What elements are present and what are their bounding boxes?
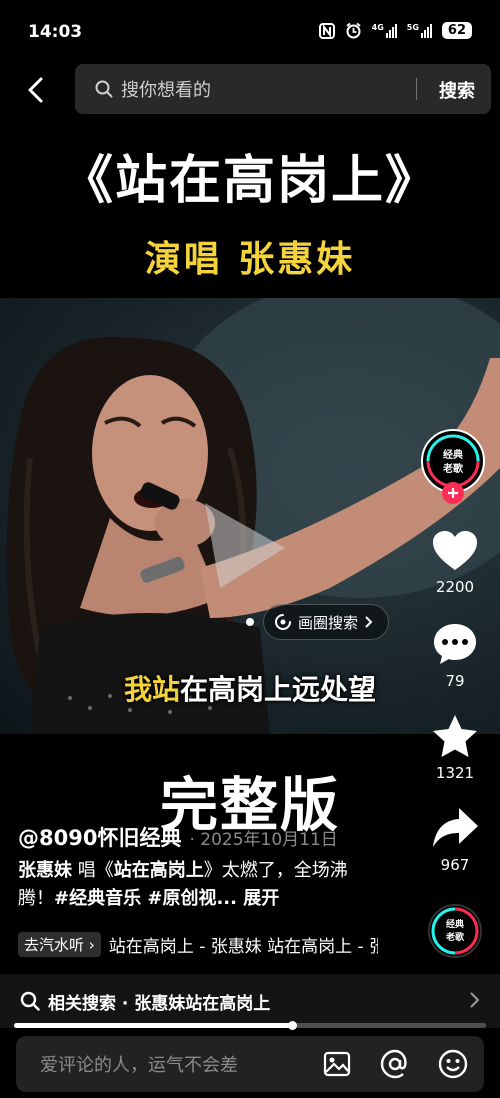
share-count: 967 bbox=[440, 856, 470, 874]
progress-knob[interactable] bbox=[288, 1021, 298, 1030]
alarm-icon bbox=[345, 22, 361, 39]
network-5g-label: 5G bbox=[406, 22, 419, 32]
disc-text-2: 老歌 bbox=[445, 933, 464, 943]
comment-input-bar[interactable]: 爱评论的人，运气不会差 bbox=[16, 1036, 484, 1092]
share-button[interactable]: 967 bbox=[424, 806, 486, 874]
search-input[interactable]: 搜你想看的 搜索 bbox=[75, 64, 491, 114]
favorite-count: 1321 bbox=[435, 764, 475, 782]
hashtag-original[interactable]: #原创视... bbox=[141, 888, 237, 909]
image-icon bbox=[323, 1051, 351, 1077]
video-progress-bar[interactable] bbox=[14, 1021, 486, 1030]
post-date: · 2025年10月11日 bbox=[189, 830, 338, 850]
related-search-text: 相关搜索 · 张惠妹站在高岗上 bbox=[48, 993, 271, 1014]
status-time: 14:03 bbox=[28, 22, 83, 42]
mention-button[interactable] bbox=[380, 1049, 410, 1079]
qishui-music-link[interactable]: 去汽水听 › bbox=[18, 932, 101, 957]
music-name: 站在高岗上 - 张惠妹 站在高岗上 - 张惠妹 bbox=[108, 937, 378, 957]
at-icon bbox=[380, 1049, 407, 1079]
music-row[interactable]: 去汽水听 › 站在高岗上 - 张惠妹 站在高岗上 - 张惠妹 bbox=[18, 932, 378, 957]
lyric-rest: 在高岗上远处望 bbox=[180, 673, 377, 706]
status-bar: 14:03 4G 5G 62 bbox=[0, 0, 500, 64]
search-icon bbox=[95, 80, 113, 98]
emoji-icon bbox=[438, 1049, 468, 1079]
heart-icon bbox=[433, 531, 477, 570]
expand-button[interactable]: 展开 bbox=[237, 888, 279, 909]
back-arrow-icon bbox=[28, 77, 43, 103]
video-subtitle: 演唱 张惠妹 bbox=[144, 238, 356, 280]
caption-singer[interactable]: 张惠妹 bbox=[18, 860, 72, 881]
caption-song[interactable]: 站在高岗上 bbox=[114, 860, 204, 881]
like-button[interactable]: 2200 bbox=[424, 530, 486, 596]
search-icon bbox=[20, 991, 40, 1011]
post-caption: 张惠妹 唱《站在高岗上》太燃了，全场沸腾！#经典音乐 #原创视... 展开 bbox=[18, 857, 373, 913]
progress-fill bbox=[14, 1023, 293, 1028]
top-nav: 搜你想看的 搜索 bbox=[0, 64, 500, 116]
indicator-dot bbox=[246, 618, 254, 626]
back-button[interactable] bbox=[20, 74, 52, 106]
search-placeholder: 搜你想看的 bbox=[121, 80, 211, 101]
signal-bars-icon bbox=[420, 23, 432, 38]
video-title: 《站在高岗上》 bbox=[60, 150, 439, 211]
signal-5g: 5G bbox=[406, 22, 432, 38]
avatar-text-2: 老歌 bbox=[443, 464, 463, 475]
creator-avatar[interactable]: 经典 老歌 bbox=[420, 428, 486, 504]
emoji-button[interactable] bbox=[438, 1049, 468, 1079]
favorite-button[interactable]: 1321 bbox=[424, 714, 486, 782]
circle-search-label: 画圈搜索 bbox=[298, 613, 359, 632]
search-button[interactable]: 搜索 bbox=[439, 77, 475, 103]
disc-text-1: 经典 bbox=[445, 920, 464, 930]
chevron-right-icon bbox=[365, 616, 373, 628]
circle-search-icon bbox=[275, 614, 291, 630]
battery-indicator: 62 bbox=[441, 22, 472, 39]
author-name[interactable]: @8090怀旧经典 bbox=[18, 822, 181, 852]
nfc-icon bbox=[318, 22, 335, 39]
status-icons: 4G 5G 62 bbox=[318, 22, 472, 39]
hashtag-music[interactable]: #经典音乐 bbox=[54, 888, 141, 909]
comment-count: 79 bbox=[445, 672, 465, 690]
network-4g-label: 4G bbox=[371, 22, 384, 32]
plus-icon bbox=[448, 488, 458, 498]
follow-plus-button[interactable] bbox=[442, 482, 464, 504]
author-line: @8090怀旧经典 · 2025年10月11日 bbox=[18, 822, 338, 852]
image-button[interactable] bbox=[322, 1049, 352, 1079]
qishui-label: 去汽水听 bbox=[24, 936, 85, 954]
star-icon bbox=[433, 715, 477, 757]
related-search-bar[interactable]: 相关搜索 · 张惠妹站在高岗上 bbox=[0, 974, 500, 1028]
comment-button[interactable]: 79 bbox=[424, 622, 486, 690]
avatar-text-1: 经典 bbox=[443, 450, 463, 461]
chevron-right-icon bbox=[470, 992, 480, 1008]
comment-icon bbox=[434, 624, 476, 664]
like-count: 2200 bbox=[435, 578, 475, 596]
share-arrow-icon bbox=[433, 808, 478, 847]
music-disc-avatar[interactable]: 经典 老歌 bbox=[428, 904, 482, 958]
signal-bars-icon bbox=[385, 23, 397, 38]
search-divider bbox=[416, 78, 417, 100]
circle-search-button[interactable]: 画圈搜索 bbox=[263, 604, 390, 640]
comment-input[interactable]: 爱评论的人，运气不会差 bbox=[40, 1051, 322, 1077]
lyric-highlight: 我站 bbox=[123, 673, 180, 706]
signal-4g: 4G bbox=[371, 22, 397, 38]
caption-text-1: 唱《 bbox=[72, 860, 114, 881]
